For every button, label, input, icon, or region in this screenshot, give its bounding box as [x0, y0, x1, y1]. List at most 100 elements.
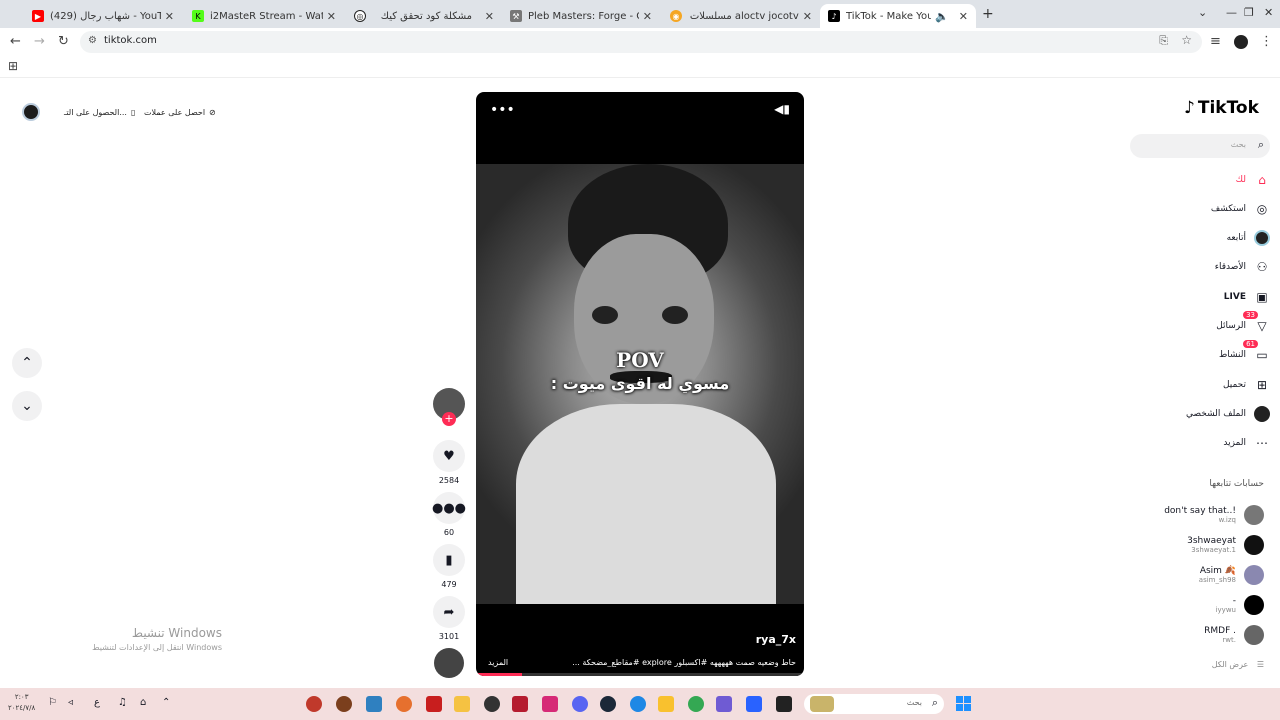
windows-start-button[interactable] [956, 696, 971, 711]
sidebar-item-more[interactable]: المزيد ⋯ [1140, 432, 1270, 454]
close-icon[interactable]: ✕ [803, 10, 812, 23]
edge-icon[interactable] [630, 696, 646, 712]
search-icon[interactable]: ⌕ [1258, 138, 1264, 152]
close-icon[interactable]: ✕ [327, 10, 336, 23]
more-options-icon[interactable]: ••• [490, 102, 515, 118]
get-coins-button[interactable]: احصل على عملات ⊘ [144, 102, 216, 122]
following-account[interactable]: Asim 🍂 asim_sh98 [1140, 562, 1264, 588]
taskbar-app-icon[interactable] [716, 696, 732, 712]
steam-icon[interactable] [600, 696, 616, 712]
reload-icon[interactable]: ↻ [58, 34, 69, 49]
back-icon[interactable]: ← [10, 34, 21, 49]
notification-icon[interactable]: ⚐ [48, 697, 57, 708]
following-account[interactable]: - iyywu [1140, 592, 1264, 618]
following-account[interactable]: don't say that..! w.izq [1140, 502, 1264, 528]
sidebar-item-for-you[interactable]: لك ⌂ [1140, 169, 1270, 191]
see-more-link[interactable]: المزيد [488, 658, 508, 667]
avatar[interactable] [22, 102, 40, 122]
speaker-icon[interactable]: ◃ [68, 697, 73, 708]
share-button[interactable]: ➦ 3101 [432, 596, 466, 641]
close-icon[interactable]: ✕ [165, 10, 174, 23]
following-account[interactable]: RMDF . rwt. [1140, 622, 1264, 648]
tab-search-icon[interactable]: ⌄ [1198, 6, 1207, 19]
follow-plus-icon[interactable]: + [442, 412, 456, 426]
windows-activation-subtitle: انتقل إلى الإعدادات لتنشيط Windows [92, 643, 222, 652]
minimize-button[interactable]: — [1226, 6, 1237, 19]
profile-avatar-icon[interactable] [1234, 35, 1248, 49]
sidebar-item-activity[interactable]: النشاط ▭ 61 [1140, 340, 1270, 366]
sidebar-item-following[interactable]: أتابعه [1140, 227, 1270, 249]
tiktok-logo[interactable]: ♪ TikTok [1184, 98, 1259, 118]
apps-grid-icon[interactable]: ⊞ [8, 59, 18, 73]
browser-tab[interactable]: ⚒ Pleb Masters: Forge - GTA V OU ✕ [502, 4, 660, 28]
taskbar-app-icon[interactable] [512, 696, 528, 712]
video-author[interactable]: rya_7x [756, 633, 796, 646]
creator-avatar[interactable]: + [432, 388, 466, 426]
like-button[interactable]: ♥ 2584 [432, 440, 466, 485]
tray-chevron-icon[interactable]: ⌃ [162, 697, 170, 708]
sidebar-item-profile[interactable]: الملف الشخصي [1140, 403, 1270, 425]
address-bar[interactable]: ⚙ tiktok.com ⎘ ☆ [80, 31, 1202, 53]
save-count: 479 [441, 580, 457, 589]
messages-icon: ▽ [1257, 319, 1267, 333]
account-handle: asim_sh98 [1198, 576, 1236, 584]
next-video-button[interactable]: ⌄ [12, 391, 42, 421]
sidebar-item-messages[interactable]: الرسائل ▽ 33 [1140, 311, 1270, 337]
music-disc[interactable] [432, 648, 466, 678]
following-account[interactable]: 3shwaeyat 3shwaeyat.1 [1140, 532, 1264, 558]
close-icon[interactable]: ✕ [959, 10, 968, 23]
browser-menu-icon[interactable]: ⋮ [1260, 34, 1273, 49]
search-input[interactable]: بحث ⌕ [1130, 134, 1270, 158]
sidebar-item-upload[interactable]: تحميل ⊞ [1140, 374, 1270, 396]
media-control-icon[interactable]: ≡ [1210, 34, 1221, 49]
video-player[interactable]: ••• ◀▮ POV مسوي له اقوى ميوت : rya_7x حا… [476, 92, 804, 676]
forward-icon[interactable]: → [34, 34, 45, 49]
browser-tab-active[interactable]: ♪ TikTok - Make Your Day 🔈 ✕ [820, 4, 976, 28]
see-all-link[interactable]: عرض الكل ☰ [1150, 660, 1264, 669]
avatar [1244, 505, 1264, 525]
close-icon[interactable]: ✕ [643, 10, 652, 23]
window-close-button[interactable]: ✕ [1264, 6, 1273, 19]
volume-icon[interactable]: ◀▮ [774, 102, 790, 116]
speaker-icon[interactable]: 🔈 [935, 10, 949, 23]
browser-tab[interactable]: ▶ (429) شهاب رجال - YouTube ✕ [24, 4, 182, 28]
taskbar-app-icon[interactable] [454, 696, 470, 712]
taskbar-app-icon[interactable] [776, 696, 792, 712]
taskbar-app-icon[interactable] [746, 696, 762, 712]
instagram-icon[interactable] [542, 696, 558, 712]
taskbar-app-icon[interactable] [484, 696, 500, 712]
discord-icon[interactable] [572, 696, 588, 712]
comment-button[interactable]: ●●● 60 [432, 492, 466, 537]
chrome-icon[interactable] [688, 696, 704, 712]
taskbar-app-icon[interactable] [336, 696, 352, 712]
site-info-icon[interactable]: ⚙ [88, 35, 97, 46]
clock-time: ٢:٠٣ [14, 693, 29, 701]
following-avatar-icon [1254, 230, 1270, 246]
mic-icon[interactable]: ♫ [118, 697, 127, 708]
taskbar-app-icon[interactable] [366, 696, 382, 712]
maximize-button[interactable]: ❐ [1244, 6, 1254, 19]
sidebar-item-friends[interactable]: الأصدقاء ⚇ [1140, 256, 1270, 278]
close-icon[interactable]: ✕ [485, 10, 494, 23]
install-app-icon[interactable]: ⎘ [1159, 34, 1168, 48]
taskbar-clock[interactable]: ٢:٠٣ ٢٠٢٤/٧/٨ [8, 692, 35, 714]
browser-tab[interactable]: ◎ مشكلة كود تحقق كيك ✕ [346, 4, 502, 28]
taskbar-app-icon[interactable] [306, 696, 322, 712]
get-app-button[interactable]: الحصول على التـ... ▯ [64, 102, 135, 122]
video-progress-bar[interactable] [476, 673, 804, 676]
sidebar-item-label: الرسائل [1216, 321, 1246, 331]
taskbar-search-input[interactable]: بحث ⌕ [804, 694, 944, 714]
save-button[interactable]: ▮ 479 [432, 544, 466, 589]
network-icon[interactable]: ⌂ [140, 697, 146, 708]
sidebar-item-live[interactable]: LIVE ▣ [1140, 286, 1270, 308]
language-icon[interactable]: ع [94, 697, 100, 708]
bookmark-star-icon[interactable]: ☆ [1181, 33, 1192, 47]
file-explorer-icon[interactable] [658, 696, 674, 712]
previous-video-button[interactable]: ⌃ [12, 348, 42, 378]
sidebar-item-explore[interactable]: استكشف ◎ [1140, 198, 1270, 220]
new-tab-button[interactable]: + [982, 6, 994, 22]
browser-tab[interactable]: ◉ مسلسلات aloctv jocotv ✕ [662, 4, 820, 28]
browser-tab[interactable]: K i2MasteR Stream - Watch Live o ✕ [184, 4, 344, 28]
taskbar-app-icon[interactable] [426, 696, 442, 712]
taskbar-app-icon[interactable] [396, 696, 412, 712]
